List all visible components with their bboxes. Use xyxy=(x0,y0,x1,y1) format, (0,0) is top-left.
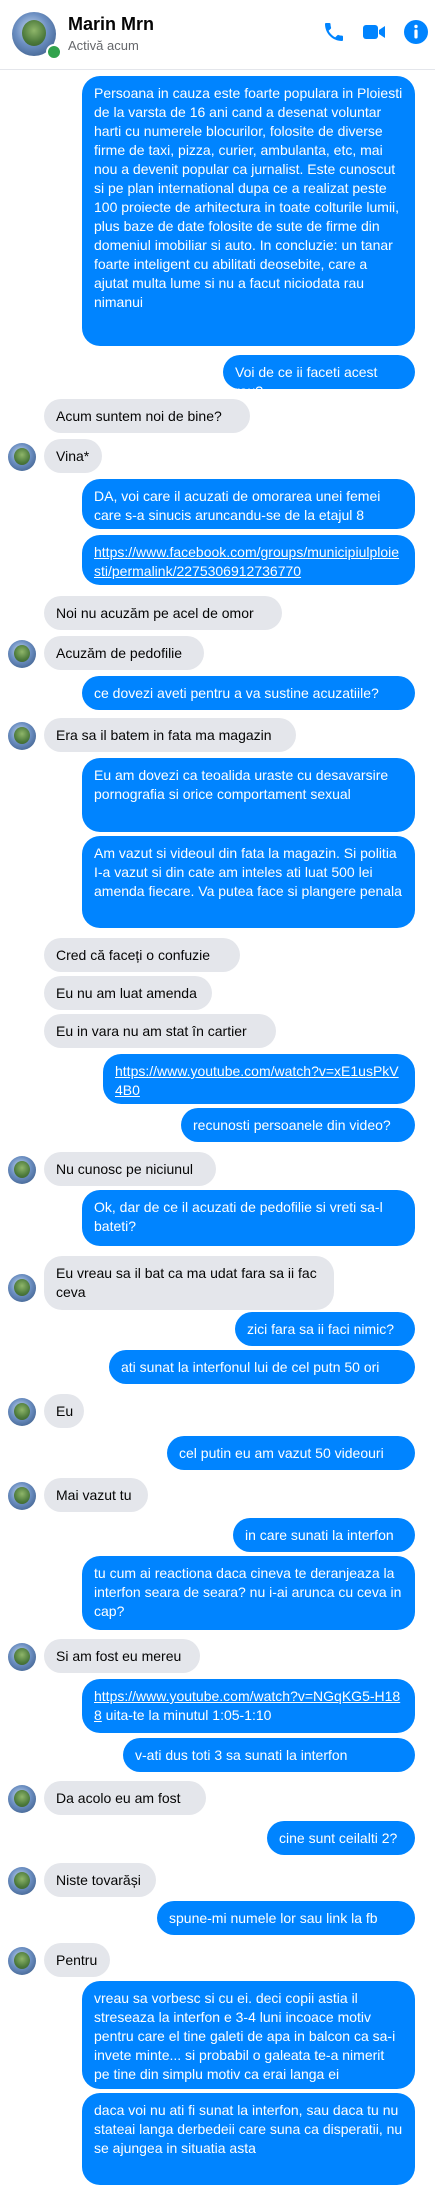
message-outgoing[interactable]: DA, voi care il acuzati de omorarea unei… xyxy=(82,479,415,529)
message-incoming[interactable]: Cred că faceți o confuzie xyxy=(44,938,240,972)
message-outgoing[interactable]: cine sunt ceilalti 2? xyxy=(267,1821,415,1855)
message-outgoing[interactable]: zici fara sa ii faci nimic? xyxy=(235,1312,415,1346)
message-incoming[interactable]: Era sa il batem in fata ma magazin xyxy=(44,718,296,752)
message-outgoing[interactable]: ati sunat la interfonul lui de cel putn … xyxy=(109,1350,415,1384)
online-status-dot xyxy=(46,44,62,60)
message-incoming[interactable]: Acuzăm de pedofilie xyxy=(44,636,204,670)
message-incoming[interactable]: Da acolo eu am fost xyxy=(44,1781,206,1815)
sender-avatar xyxy=(8,1947,36,1975)
message-outgoing[interactable]: https://www.facebook.com/groups/municipi… xyxy=(82,535,415,585)
message-incoming[interactable]: Vina* xyxy=(44,439,102,473)
sender-avatar xyxy=(8,443,36,471)
info-icon[interactable] xyxy=(398,14,434,50)
sender-avatar xyxy=(8,1156,36,1184)
message-outgoing[interactable]: in care sunati la interfon xyxy=(233,1518,415,1552)
message-outgoing[interactable]: tu cum ai reactiona daca cineva te deran… xyxy=(82,1556,415,1630)
message-incoming[interactable]: Acum suntem noi de bine? xyxy=(44,399,250,433)
message-outgoing[interactable]: recunosti persoanele din video? xyxy=(181,1108,415,1142)
sender-avatar xyxy=(8,1785,36,1813)
sender-avatar xyxy=(8,1867,36,1895)
message-incoming[interactable]: Eu in vara nu am stat în cartier xyxy=(44,1014,276,1048)
message-outgoing[interactable]: daca voi nu ati fi sunat la interfon, sa… xyxy=(82,2093,415,2185)
message-outgoing[interactable]: ce dovezi aveti pentru a va sustine acuz… xyxy=(82,676,415,710)
message-outgoing[interactable]: vreau sa vorbesc si cu ei. deci copii as… xyxy=(82,1981,415,2089)
message-incoming[interactable]: Mai vazut tu xyxy=(44,1478,148,1512)
message-incoming[interactable]: Nu cunosc pe niciunul xyxy=(44,1152,216,1186)
sender-avatar xyxy=(8,1398,36,1426)
contact-status: Activă acum xyxy=(68,38,139,53)
message-text: uita-te la minutul 1:05-1:10 xyxy=(101,1707,272,1723)
message-outgoing[interactable]: Voi de ce ii faceti acest rau? xyxy=(223,355,415,399)
message-outgoing[interactable]: https://www.youtube.com/watch?v=xE1usPkV… xyxy=(103,1054,415,1104)
message-outgoing[interactable]: cel putin eu am vazut 50 videouri xyxy=(167,1436,415,1470)
message-outgoing[interactable]: v-ati dus toti 3 sa sunati la interfon xyxy=(123,1738,415,1772)
message-incoming[interactable]: Eu xyxy=(44,1394,84,1428)
message-outgoing[interactable]: https://www.youtube.com/watch?v=NGqKG5-H… xyxy=(82,1679,415,1733)
video-camera-icon[interactable] xyxy=(356,14,392,50)
message-incoming[interactable]: Si am fost eu mereu xyxy=(44,1639,200,1673)
sender-avatar xyxy=(8,1643,36,1671)
message-incoming[interactable]: Noi nu acuzăm pe acel de omor xyxy=(44,596,282,630)
sender-avatar xyxy=(8,722,36,750)
message-incoming[interactable]: Pentru xyxy=(44,1943,110,1977)
message-outgoing[interactable]: Persoana in cauza este foarte populara i… xyxy=(82,76,415,346)
sender-avatar xyxy=(8,1274,36,1302)
contact-name[interactable]: Marin Mrn xyxy=(68,14,154,35)
sender-avatar xyxy=(8,1482,36,1510)
link[interactable]: https://www.youtube.com/watch?v=xE1usPkV… xyxy=(115,1063,399,1098)
message-incoming[interactable]: Eu nu am luat amenda xyxy=(44,976,212,1010)
message-outgoing[interactable]: Eu am dovezi ca teoalida uraste cu desav… xyxy=(82,758,415,832)
link[interactable]: https://www.facebook.com/groups/municipi… xyxy=(94,544,399,579)
message-incoming[interactable]: Eu vreau sa il bat ca ma udat fara sa ii… xyxy=(44,1256,334,1310)
chat-header: Marin Mrn Activă acum xyxy=(0,0,435,70)
message-outgoing[interactable]: spune-mi numele lor sau link la fb xyxy=(157,1901,415,1935)
sender-avatar xyxy=(8,640,36,668)
message-outgoing[interactable]: Am vazut si videoul din fata la magazin.… xyxy=(82,836,415,928)
phone-icon[interactable] xyxy=(316,14,352,50)
message-incoming[interactable]: Niste tovarăși xyxy=(44,1863,156,1897)
message-outgoing[interactable]: Ok, dar de ce il acuzati de pedofilie si… xyxy=(82,1190,415,1246)
